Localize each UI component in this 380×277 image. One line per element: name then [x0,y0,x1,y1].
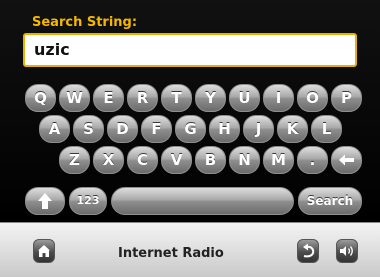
volume-button[interactable] [336,239,358,263]
key-t[interactable]: T [161,84,192,112]
key-period[interactable]: . [297,146,328,174]
key-j[interactable]: J [243,115,274,143]
key-o[interactable]: O [297,84,328,112]
back-button[interactable] [297,239,319,263]
key-f[interactable]: F [141,115,172,143]
key-i[interactable]: I [263,84,294,112]
key-d[interactable]: D [107,115,138,143]
key-b[interactable]: B [195,146,226,174]
home-button[interactable] [33,239,55,263]
numbers-key[interactable]: 123 [69,187,107,215]
key-x[interactable]: X [93,146,124,174]
screen-title: Internet Radio [118,246,224,261]
home-icon [38,245,50,257]
key-a[interactable]: A [39,115,70,143]
search-key[interactable]: Search [298,187,362,215]
backspace-key[interactable] [331,146,362,174]
key-k[interactable]: K [277,115,308,143]
key-q[interactable]: Q [25,84,56,112]
search-input[interactable]: uzic [23,33,357,67]
key-p[interactable]: P [331,84,362,112]
key-h[interactable]: H [209,115,240,143]
key-s[interactable]: S [73,115,104,143]
back-icon [303,243,315,258]
key-r[interactable]: R [127,84,158,112]
key-l[interactable]: L [311,115,342,143]
key-v[interactable]: V [161,146,192,174]
shift-up-arrow-icon [38,193,52,209]
key-z[interactable]: Z [59,146,90,174]
shift-key[interactable] [25,187,65,215]
key-m[interactable]: M [263,146,294,174]
bottom-bar: Internet Radio [0,222,380,277]
key-e[interactable]: E [93,84,124,112]
key-u[interactable]: U [229,84,260,112]
key-g[interactable]: G [175,115,206,143]
volume-icon [340,246,353,256]
keyboard-panel: Search String: uzic Q W E R T Y U I O P … [0,0,380,222]
backspace-arrow-icon [339,154,354,166]
key-w[interactable]: W [59,84,90,112]
space-key[interactable] [111,187,294,215]
key-y[interactable]: Y [195,84,226,112]
key-n[interactable]: N [229,146,260,174]
search-string-label: Search String: [32,15,138,30]
key-c[interactable]: C [127,146,158,174]
search-screen: Search String: uzic Q W E R T Y U I O P … [0,0,380,277]
